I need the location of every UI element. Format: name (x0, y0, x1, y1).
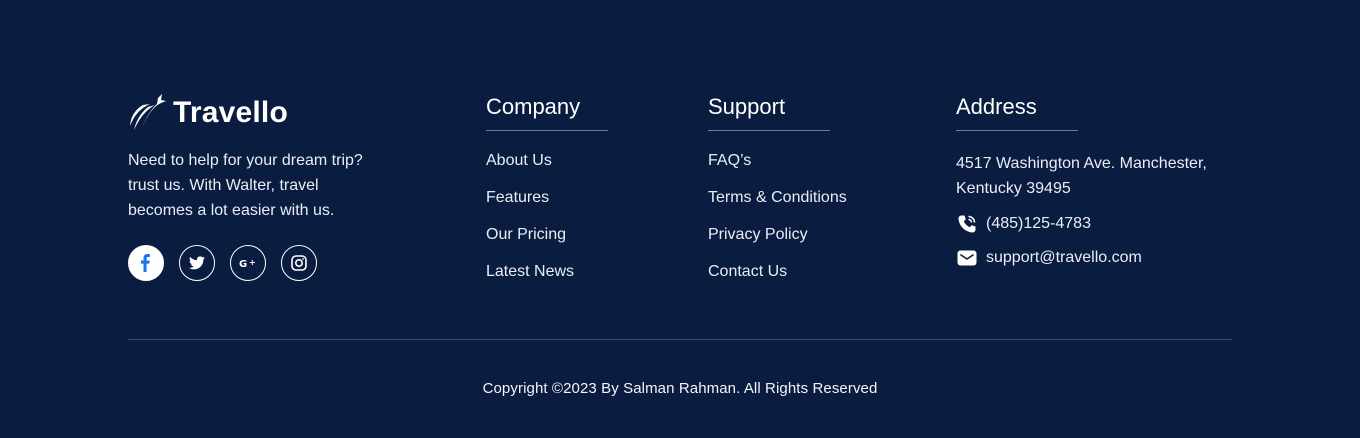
list-item: Terms & Conditions (708, 188, 847, 208)
list-item: FAQ’s (708, 151, 847, 171)
heading-underline (708, 130, 830, 131)
facebook-button[interactable] (128, 245, 164, 281)
features-link[interactable]: Features (486, 189, 549, 206)
phone-row[interactable]: (485)125-4783 (956, 213, 1246, 235)
brand-block: Travello Need to help for your dream tri… (128, 92, 408, 281)
phone-number: (485)125-4783 (986, 215, 1091, 232)
mail-icon (956, 247, 978, 269)
company-links: About Us Features Our Pricing Latest New… (486, 151, 608, 282)
email-address: support@travello.com (986, 249, 1142, 266)
brand-name: Travello (173, 96, 288, 129)
instagram-icon (291, 255, 307, 271)
faqs-link[interactable]: FAQ’s (708, 152, 751, 169)
address-column: Address 4517 Washington Ave. Manchester,… (956, 92, 1246, 269)
list-item: Features (486, 188, 608, 208)
list-item: About Us (486, 151, 608, 171)
contact-us-link[interactable]: Contact Us (708, 263, 787, 280)
address-heading: Address (956, 94, 1037, 119)
svg-text:+: + (249, 258, 256, 267)
twitter-icon (189, 256, 205, 270)
email-row[interactable]: support@travello.com (956, 247, 1246, 269)
heading-underline (956, 130, 1078, 131)
tagline-line: trust us. With Walter, travel (128, 177, 319, 194)
list-item: Latest News (486, 262, 608, 282)
company-column: Company About Us Features Our Pricing La… (486, 92, 608, 299)
tagline-line: becomes a lot easier with us. (128, 202, 335, 219)
twitter-button[interactable] (179, 245, 215, 281)
heading-underline (486, 130, 608, 131)
support-links: FAQ’s Terms & Conditions Privacy Policy … (708, 151, 847, 282)
address-line: 4517 Washington Ave. Manchester, (956, 155, 1207, 172)
address-line: Kentucky 39495 (956, 180, 1071, 197)
street-address: 4517 Washington Ave. Manchester, Kentuck… (956, 151, 1246, 201)
google-plus-button[interactable]: G + (230, 245, 266, 281)
list-item: Contact Us (708, 262, 847, 282)
footer-divider (128, 339, 1232, 340)
svg-text:G: G (239, 259, 247, 269)
support-heading: Support (708, 94, 786, 119)
instagram-button[interactable] (281, 245, 317, 281)
list-item: Our Pricing (486, 225, 608, 245)
latest-news-link[interactable]: Latest News (486, 263, 574, 280)
terms-conditions-link[interactable]: Terms & Conditions (708, 189, 847, 206)
about-us-link[interactable]: About Us (486, 152, 552, 169)
social-links: G + (128, 245, 408, 281)
google-plus-icon: G + (239, 258, 256, 269)
tagline-line: Need to help for your dream trip? (128, 152, 363, 169)
plane-logo-icon (130, 94, 166, 130)
list-item: Privacy Policy (708, 225, 847, 245)
privacy-policy-link[interactable]: Privacy Policy (708, 226, 808, 243)
facebook-icon (141, 254, 150, 272)
our-pricing-link[interactable]: Our Pricing (486, 226, 566, 243)
copyright-text: Copyright ©2023 By Salman Rahman. All Ri… (482, 380, 878, 397)
company-heading: Company (486, 94, 581, 119)
brand-tagline: Need to help for your dream trip? trust … (128, 148, 398, 223)
logo[interactable]: Travello (128, 92, 408, 134)
support-column: Support FAQ’s Terms & Conditions Privacy… (708, 92, 847, 299)
phone-icon (956, 213, 978, 235)
site-footer: Travello Need to help for your dream tri… (0, 0, 1360, 438)
